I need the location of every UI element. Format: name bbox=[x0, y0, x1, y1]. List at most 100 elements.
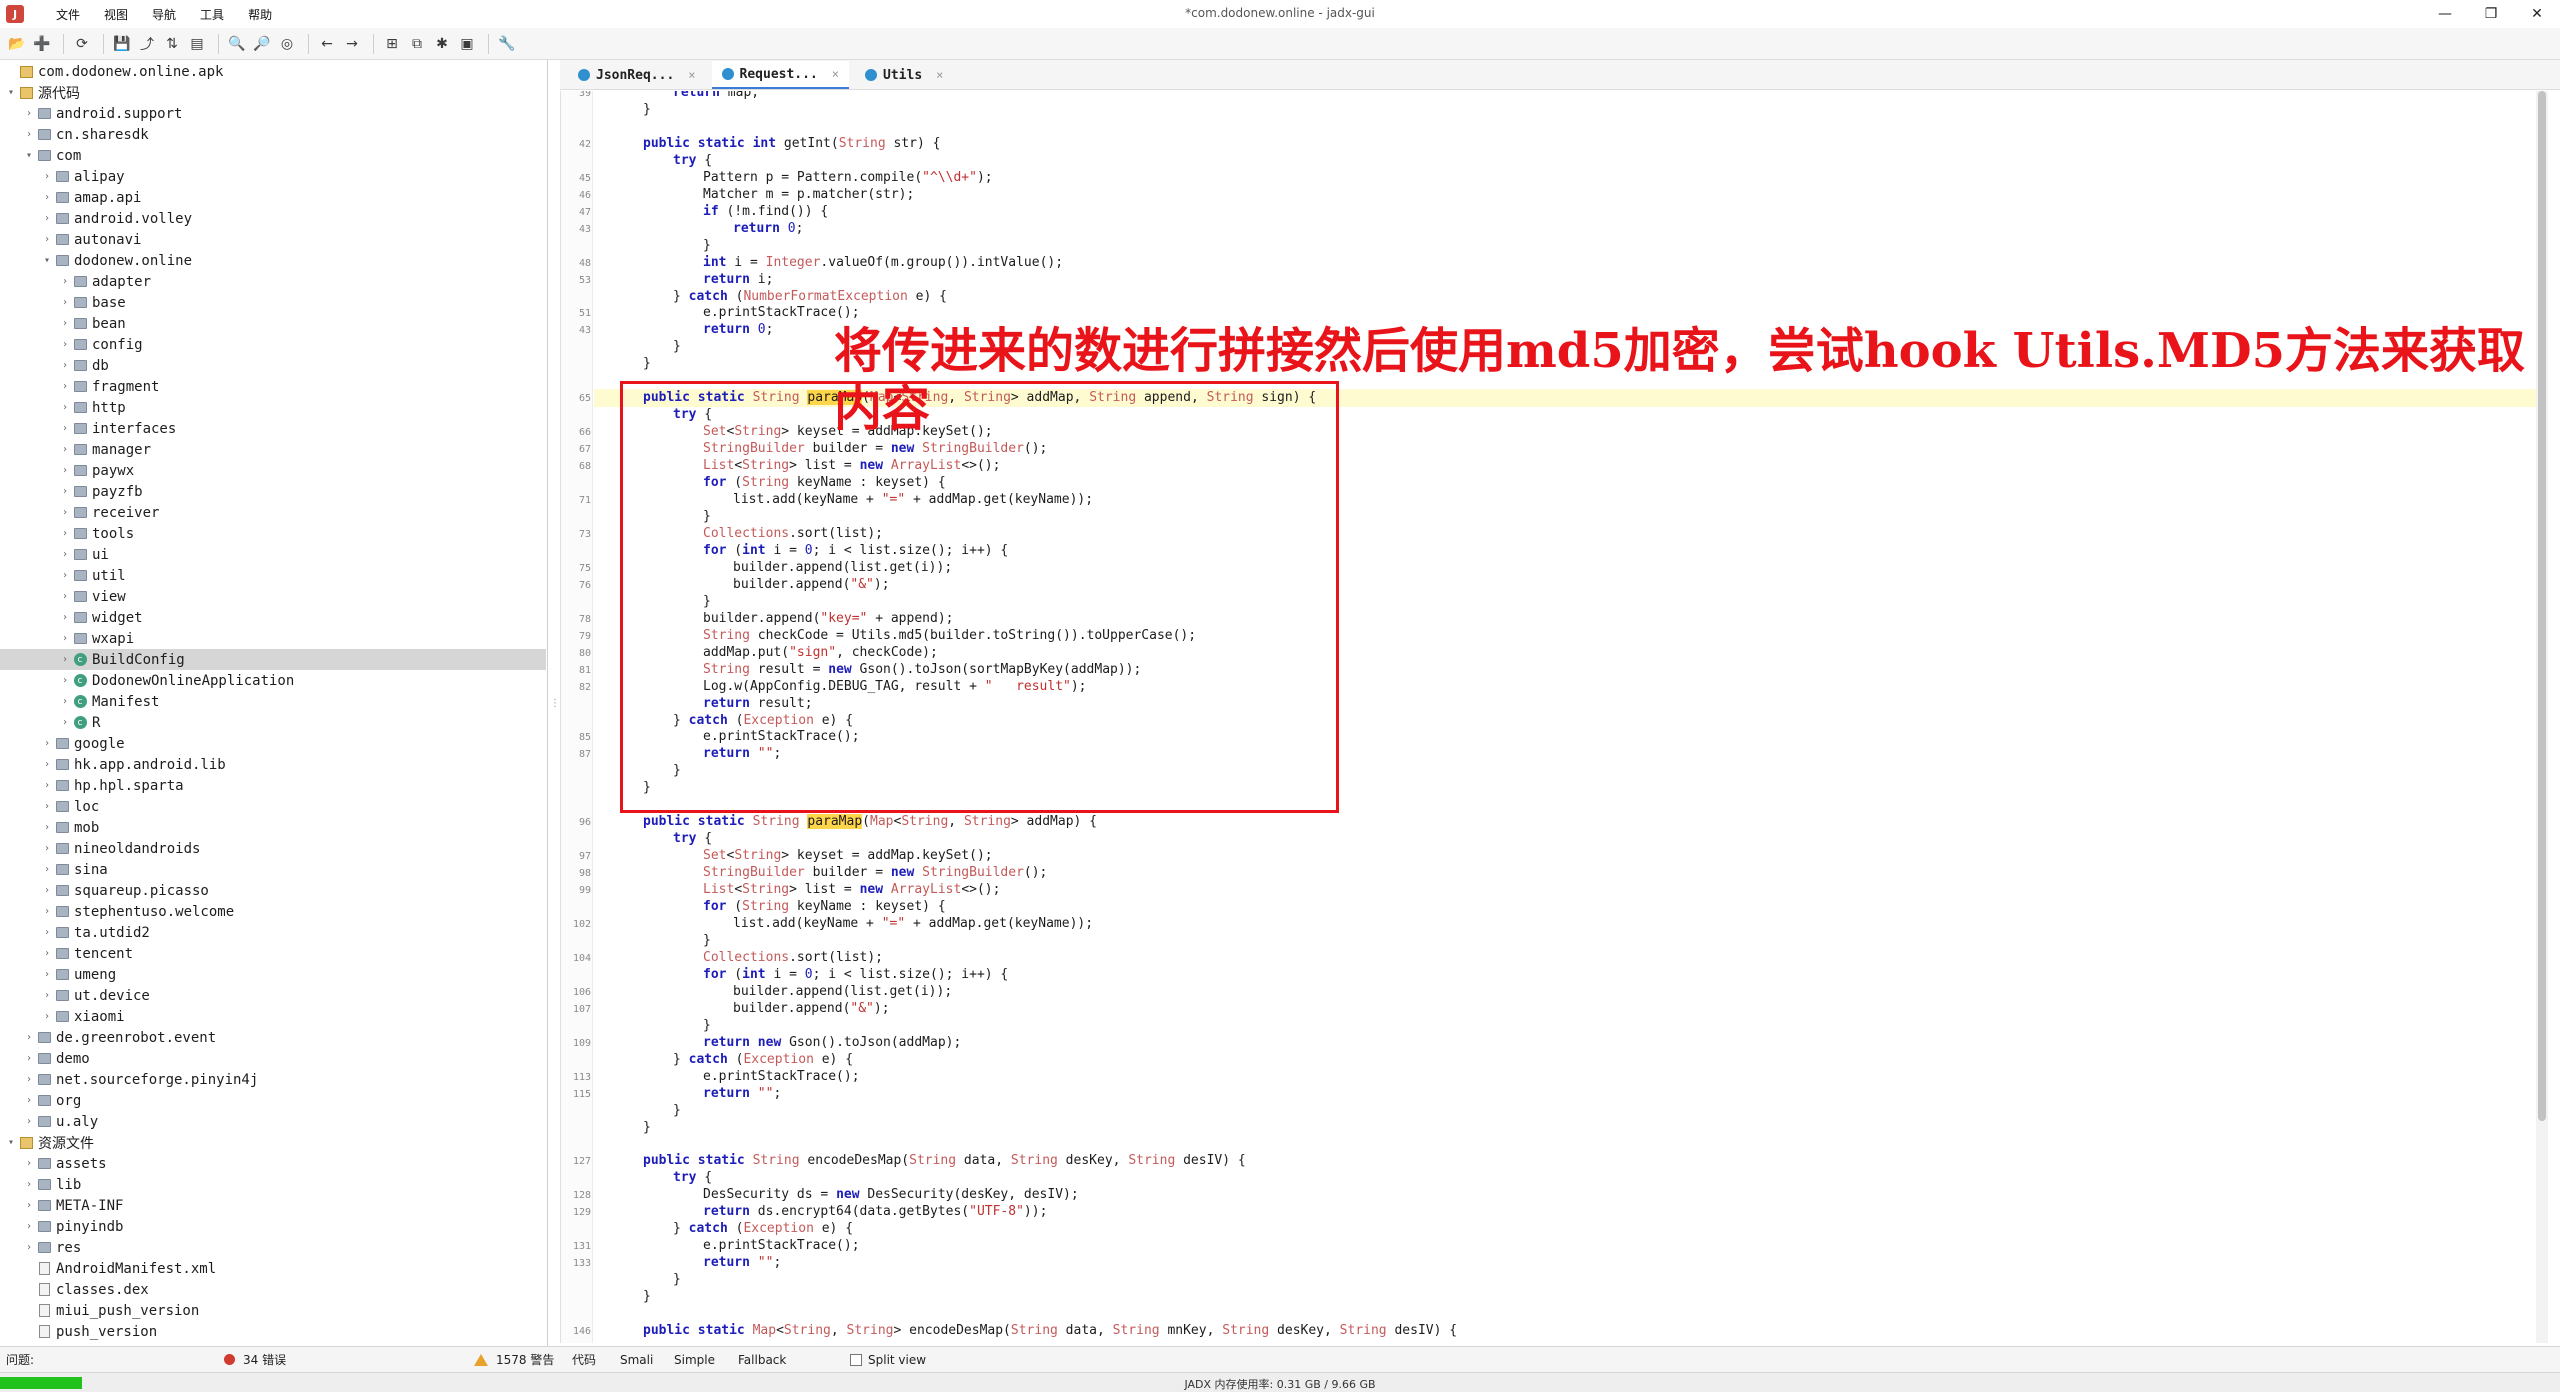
code-line[interactable]: } bbox=[703, 238, 711, 253]
tree-item[interactable]: › autonavi bbox=[0, 229, 546, 250]
tree-item[interactable]: › c Manifest bbox=[0, 691, 546, 712]
code-line[interactable]: } catch (Exception e) { bbox=[673, 1221, 853, 1236]
code-line[interactable]: Matcher m = p.matcher(str); bbox=[703, 187, 914, 202]
tab-close-icon[interactable]: × bbox=[688, 68, 695, 82]
tree-toggle-icon[interactable]: › bbox=[40, 969, 54, 980]
tree-item[interactable]: › android.volley bbox=[0, 208, 546, 229]
tree-item[interactable]: › pinyindb bbox=[0, 1216, 546, 1237]
code-line[interactable]: } catch (Exception e) { bbox=[673, 1052, 853, 1067]
tree-toggle-icon[interactable]: › bbox=[40, 780, 54, 791]
tree-toggle-icon[interactable]: › bbox=[58, 528, 72, 539]
tree-toggle-icon[interactable]: › bbox=[58, 318, 72, 329]
code-line[interactable]: Set<String> keyset = addMap.keySet(); bbox=[703, 848, 993, 863]
view-mode-fallback[interactable]: Fallback bbox=[738, 1353, 786, 1367]
code-line[interactable]: builder.append("&"); bbox=[733, 1001, 890, 1016]
tree-item[interactable]: › google bbox=[0, 733, 546, 754]
tree-toggle-icon[interactable]: › bbox=[58, 297, 72, 308]
editor-tab[interactable]: Request... × bbox=[711, 61, 850, 89]
tree-item[interactable]: › squareup.picasso bbox=[0, 880, 546, 901]
tree-item[interactable]: › org bbox=[0, 1090, 546, 1111]
code-line[interactable]: return ""; bbox=[703, 1086, 781, 1101]
tree-item[interactable]: › util bbox=[0, 565, 546, 586]
tree-item[interactable]: › xiaomi bbox=[0, 1006, 546, 1027]
deobfuscate-icon[interactable]: ⧉ bbox=[406, 33, 428, 55]
code-line[interactable]: return ""; bbox=[703, 1255, 781, 1270]
tree-item[interactable]: › ui bbox=[0, 544, 546, 565]
tree-toggle-icon[interactable]: › bbox=[58, 486, 72, 497]
panel-splitter[interactable]: ⋮ bbox=[550, 60, 560, 1346]
tree-toggle-icon[interactable]: ▾ bbox=[4, 87, 18, 98]
close-button[interactable]: ✕ bbox=[2514, 0, 2560, 28]
tree-item[interactable]: › amap.api bbox=[0, 187, 546, 208]
tree-toggle-icon[interactable]: › bbox=[58, 633, 72, 644]
code-line[interactable]: if (!m.find()) { bbox=[703, 204, 828, 219]
tree-toggle-icon[interactable]: › bbox=[58, 570, 72, 581]
code-line[interactable]: public static String encodeDesMap(String… bbox=[643, 1153, 1246, 1168]
tree-toggle-icon[interactable]: › bbox=[58, 507, 72, 518]
code-line[interactable]: DesSecurity ds = new DesSecurity(desKey,… bbox=[703, 1187, 1079, 1202]
tree-item[interactable]: classes.dex bbox=[0, 1279, 546, 1300]
tree-toggle-icon[interactable]: › bbox=[58, 339, 72, 350]
menu-view[interactable]: 视图 bbox=[92, 6, 140, 23]
tree-item[interactable]: › alipay bbox=[0, 166, 546, 187]
tree-item[interactable]: › tools bbox=[0, 523, 546, 544]
tree-toggle-icon[interactable]: › bbox=[40, 948, 54, 959]
tree-toggle-icon[interactable]: › bbox=[40, 843, 54, 854]
menu-help[interactable]: 帮助 bbox=[236, 6, 284, 23]
tree-item[interactable]: › widget bbox=[0, 607, 546, 628]
tree-toggle-icon[interactable]: › bbox=[58, 549, 72, 560]
tree-toggle-icon[interactable]: › bbox=[40, 801, 54, 812]
code-line[interactable]: } bbox=[703, 933, 711, 948]
code-line[interactable]: for (String keyName : keyset) { bbox=[703, 899, 946, 914]
code-line[interactable]: StringBuilder builder = new StringBuilde… bbox=[703, 865, 1047, 880]
split-view-toggle[interactable]: Split view bbox=[850, 1353, 926, 1367]
editor-tab[interactable]: Utils × bbox=[855, 61, 953, 89]
tree-toggle-icon[interactable]: › bbox=[40, 738, 54, 749]
tree-toggle-icon[interactable]: › bbox=[58, 465, 72, 476]
tree-item[interactable]: › de.greenrobot.event bbox=[0, 1027, 546, 1048]
view-mode-smali[interactable]: Smali bbox=[620, 1353, 653, 1367]
tree-item[interactable]: › http bbox=[0, 397, 546, 418]
tree-toggle-icon[interactable]: › bbox=[40, 822, 54, 833]
code-line[interactable]: return new Gson().toJson(addMap); bbox=[703, 1035, 961, 1050]
open-file-icon[interactable]: 📂 bbox=[6, 33, 28, 55]
code-line[interactable]: } bbox=[673, 339, 681, 354]
tree-toggle-icon[interactable]: › bbox=[58, 654, 72, 665]
tree-item[interactable]: › receiver bbox=[0, 502, 546, 523]
vertical-scrollbar[interactable] bbox=[2536, 91, 2548, 1343]
tree-toggle-icon[interactable]: › bbox=[40, 234, 54, 245]
quark-icon[interactable]: ⊞ bbox=[381, 33, 403, 55]
tree-toggle-icon[interactable]: › bbox=[40, 906, 54, 917]
code-line[interactable]: return i; bbox=[703, 272, 773, 287]
code-line[interactable]: } bbox=[643, 102, 651, 117]
tree-item[interactable]: ▾ 源代码 bbox=[0, 82, 546, 103]
tree-item[interactable]: › cn.sharesdk bbox=[0, 124, 546, 145]
tree-item[interactable]: › ta.utdid2 bbox=[0, 922, 546, 943]
code-line[interactable]: return map; bbox=[673, 91, 759, 100]
code-line[interactable]: return 0; bbox=[703, 322, 773, 337]
tree-toggle-icon[interactable]: › bbox=[58, 402, 72, 413]
code-line[interactable]: public static int getInt(String str) { bbox=[643, 136, 940, 151]
tree-item[interactable]: › lib bbox=[0, 1174, 546, 1195]
code-line[interactable]: return ds.encrypt64(data.getBytes("UTF-8… bbox=[703, 1204, 1047, 1219]
tree-toggle-icon[interactable]: › bbox=[22, 1179, 36, 1190]
tree-item[interactable]: › demo bbox=[0, 1048, 546, 1069]
code-line[interactable]: list.add(keyName + "=" + addMap.get(keyN… bbox=[733, 916, 1093, 931]
tree-item[interactable]: › stephentuso.welcome bbox=[0, 901, 546, 922]
tree-toggle-icon[interactable]: › bbox=[22, 1221, 36, 1232]
scrollbar-thumb[interactable] bbox=[2538, 91, 2546, 1121]
tree-toggle-icon[interactable]: › bbox=[40, 864, 54, 875]
tree-toggle-icon[interactable]: › bbox=[58, 696, 72, 707]
code-line[interactable]: try { bbox=[673, 153, 712, 168]
menu-tools[interactable]: 工具 bbox=[188, 6, 236, 23]
tree-item[interactable]: › hk.app.android.lib bbox=[0, 754, 546, 775]
tab-close-icon[interactable]: × bbox=[832, 67, 839, 81]
log-icon[interactable]: ▣ bbox=[456, 33, 478, 55]
tree-item[interactable]: › config bbox=[0, 334, 546, 355]
tree-item[interactable]: › bean bbox=[0, 313, 546, 334]
tree-toggle-icon[interactable]: › bbox=[58, 360, 72, 371]
tree-item[interactable]: › res bbox=[0, 1237, 546, 1258]
tree-toggle-icon[interactable]: › bbox=[58, 423, 72, 434]
view-mode-code[interactable]: 代码 bbox=[572, 1351, 596, 1368]
tree-toggle-icon[interactable]: › bbox=[40, 192, 54, 203]
